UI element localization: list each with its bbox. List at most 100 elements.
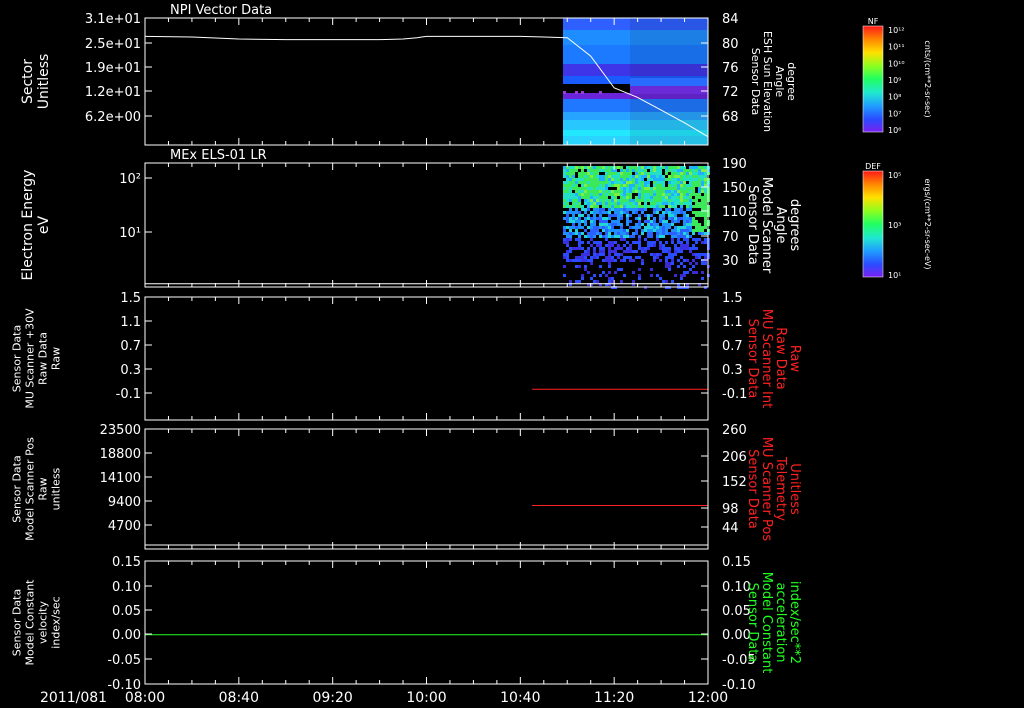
- heatmap-pixel: [584, 184, 587, 187]
- heatmap-pixel: [680, 256, 683, 259]
- heatmap-pixel: [578, 232, 581, 235]
- heatmap-pixel: [587, 178, 590, 181]
- heatmap-pixel: [680, 211, 683, 214]
- heatmap-pixel: [701, 190, 704, 193]
- heatmap-pixel: [620, 280, 623, 283]
- heatmap-pixel: [578, 202, 581, 205]
- heatmap-pixel: [590, 259, 593, 262]
- heatmap-pixel: [590, 184, 593, 187]
- heatmap-pixel: [662, 217, 665, 220]
- heatmap-pixel: [623, 190, 626, 193]
- heatmap-pixel: [644, 229, 647, 232]
- heatmap-pixel: [584, 187, 587, 190]
- heatmap-pixel: [674, 169, 677, 172]
- heatmap-pixel: [638, 235, 641, 238]
- heatmap-pixel: [617, 181, 620, 184]
- heatmap-pixel: [704, 220, 707, 223]
- heatmap-pixel: [674, 250, 677, 253]
- heatmap-pixel: [593, 208, 596, 211]
- y2-axis-label: Raw: [787, 345, 802, 373]
- def-colorbar-tick: 10¹: [888, 271, 901, 280]
- heatmap-pixel: [692, 238, 695, 241]
- heatmap-pixel: [692, 247, 695, 250]
- heatmap-pixel: [641, 184, 644, 187]
- heatmap-pixel: [695, 175, 698, 178]
- heatmap-pixel: [665, 256, 668, 259]
- heatmap-pixel: [695, 166, 698, 169]
- heatmap-pixel: [698, 223, 701, 226]
- heatmap-pixel: [653, 172, 656, 175]
- heatmap-pixel: [638, 175, 641, 178]
- heatmap-pixel: [578, 196, 581, 199]
- heatmap-pixel: [575, 199, 578, 202]
- heatmap-pixel: [608, 193, 611, 196]
- heatmap-pixel: [665, 166, 668, 169]
- heatmap-pixel: [626, 235, 629, 238]
- heatmap-pixel: [629, 235, 632, 238]
- heatmap-pixel: [587, 205, 590, 208]
- heatmap-pixel: [692, 223, 695, 226]
- heatmap-pixel: [671, 199, 674, 202]
- heatmap-pixel: [689, 181, 692, 184]
- heatmap-pixel: [692, 229, 695, 232]
- heatmap-pixel: [602, 181, 605, 184]
- heatmap-pixel: [704, 196, 707, 199]
- heatmap-pixel: [566, 238, 569, 241]
- heatmap-pixel: [680, 262, 683, 265]
- y2-axis-label: Sensor Data: [749, 48, 762, 115]
- heatmap-pixel: [674, 172, 677, 175]
- heatmap-pixel: [608, 208, 611, 211]
- heatmap-pixel: [686, 241, 689, 244]
- heatmap-pixel: [620, 247, 623, 250]
- heatmap-pixel: [683, 226, 686, 229]
- y-axis-label: eV: [36, 215, 52, 234]
- y2-tick-label: 0.3: [722, 363, 743, 378]
- heatmap-pixel: [629, 247, 632, 250]
- heatmap-pixel: [647, 181, 650, 184]
- heatmap-pixel: [665, 172, 668, 175]
- heatmap-pixel: [575, 226, 578, 229]
- heatmap-pixel: [605, 196, 608, 199]
- nf-colorbar-tick: 10⁶: [888, 126, 901, 135]
- heatmap-pixel: [572, 181, 575, 184]
- heatmap-pixel: [662, 235, 665, 238]
- heatmap-pixel: [680, 169, 683, 172]
- heatmap-pixel: [587, 190, 590, 193]
- heatmap-pixel: [563, 253, 566, 256]
- heatmap-pixel: [617, 211, 620, 214]
- heatmap-pixel: [662, 250, 665, 253]
- heatmap-pixel: [611, 205, 614, 208]
- heatmap-pixel: [602, 250, 605, 253]
- heatmap-pixel: [569, 259, 572, 262]
- heatmap-pixel: [692, 265, 695, 268]
- heatmap-pixel: [590, 229, 593, 232]
- heatmap-pixel: [644, 238, 647, 241]
- heatmap-pixel: [626, 214, 629, 217]
- heatmap-pixel: [683, 169, 686, 172]
- heatmap-pixel: [620, 208, 623, 211]
- heatmap-pixel: [623, 181, 626, 184]
- heatmap-pixel: [593, 247, 596, 250]
- heatmap-pixel: [689, 199, 692, 202]
- heatmap-pixel: [635, 187, 638, 190]
- heatmap-pixel: [593, 169, 596, 172]
- heatmap-pixel: [584, 178, 587, 181]
- heatmap-pixel: [575, 184, 578, 187]
- heatmap-pixel: [644, 184, 647, 187]
- heatmap-pixel: [647, 193, 650, 196]
- heatmap-pixel: [653, 193, 656, 196]
- heatmap-pixel: [623, 184, 626, 187]
- heatmap-pixel: [650, 229, 653, 232]
- heatmap-pixel: [566, 196, 569, 199]
- heatmap-pixel: [566, 184, 569, 187]
- heatmap-pixel: [572, 166, 575, 169]
- heatmap-pixel: [602, 223, 605, 226]
- heatmap-pixel: [563, 91, 566, 94]
- y2-axis-label: MU Scanner Pos: [759, 437, 774, 542]
- heatmap-pixel: [590, 196, 593, 199]
- heatmap-pixel: [587, 187, 590, 190]
- heatmap-pixel: [614, 208, 617, 211]
- heatmap-pixel: [638, 166, 641, 169]
- heatmap-pixel: [647, 190, 650, 193]
- heatmap-pixel: [596, 166, 599, 169]
